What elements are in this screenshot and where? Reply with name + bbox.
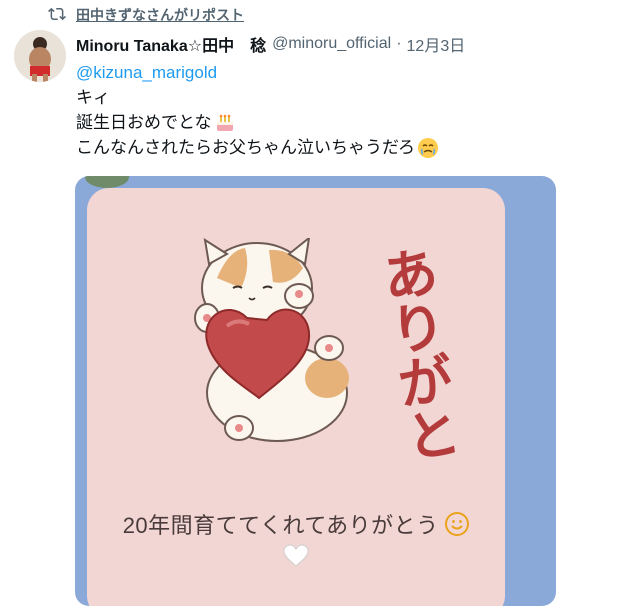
crying-face-emoji-icon bbox=[417, 137, 439, 159]
avatar[interactable] bbox=[14, 30, 66, 82]
repost-text[interactable]: 田中きずなさんがリポスト bbox=[76, 5, 244, 25]
decoration bbox=[85, 176, 129, 188]
message-card: ありがと 20年間育ててくれてありがとう bbox=[87, 188, 505, 606]
repost-indicator[interactable]: 田中きずなさんがリポスト bbox=[48, 5, 244, 25]
repost-icon bbox=[48, 5, 66, 26]
separator: · bbox=[396, 35, 402, 52]
white-heart-emoji-icon bbox=[87, 544, 505, 574]
cake-emoji-icon bbox=[214, 112, 236, 134]
tweet-line-2: 誕生日おめでとな bbox=[76, 112, 212, 132]
smile-emoji-icon bbox=[445, 512, 470, 542]
mention-link[interactable]: @kizuna_marigold bbox=[76, 61, 217, 85]
tweet-media-image[interactable]: ありがと 20年間育ててくれてありがとう bbox=[75, 176, 556, 606]
tweet-body: @kizuna_marigold キィ 誕生日おめでとな こんなんされたらお父ち… bbox=[76, 60, 616, 160]
tweet-line-1: キィ bbox=[76, 87, 110, 107]
tweet-line-3: こんなんされたらお父ちゃん泣いちゃうだろ bbox=[76, 137, 415, 157]
tweet-header: Minoru Tanaka☆田中 稔 @minoru_official · 12… bbox=[76, 33, 465, 55]
timestamp[interactable]: 12月3日 bbox=[407, 32, 466, 56]
user-handle[interactable]: @minoru_official bbox=[272, 35, 391, 53]
display-name[interactable]: Minoru Tanaka☆田中 稔 bbox=[76, 32, 266, 56]
card-message: 20年間育ててくれてありがとう bbox=[87, 508, 505, 542]
card-message-text: 20年間育ててくれてありがとう bbox=[122, 513, 439, 538]
